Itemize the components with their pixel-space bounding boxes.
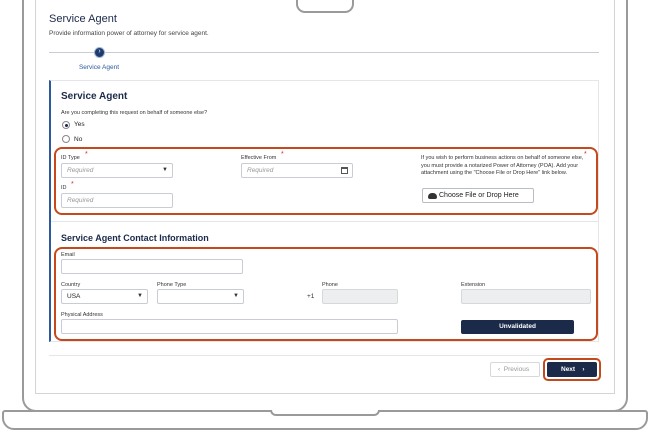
radio-no-label: No xyxy=(74,136,83,143)
footer-divider xyxy=(49,355,599,356)
chevron-left-icon: ‹ xyxy=(498,366,501,373)
radio-yes-label: Yes xyxy=(74,121,85,128)
screen: Service Agent Provide information power … xyxy=(35,0,615,394)
page-subtitle: Provide information power of attorney fo… xyxy=(49,30,209,37)
radio-no[interactable] xyxy=(62,135,70,143)
highlight-contact-section xyxy=(54,247,598,341)
radio-yes[interactable] xyxy=(62,121,70,129)
highlight-next-button xyxy=(543,358,601,381)
chevron-right-icon[interactable]: › xyxy=(94,47,105,58)
section-title-service-agent: Service Agent xyxy=(61,91,128,102)
page-title: Service Agent xyxy=(49,13,117,25)
laptop-notch xyxy=(296,0,354,13)
behalf-question: Are you completing this request on behal… xyxy=(61,110,208,116)
stepper-track xyxy=(49,52,599,53)
form-card: Service Agent Are you completing this re… xyxy=(49,80,599,342)
section-divider xyxy=(51,221,599,222)
step-label[interactable]: Service Agent xyxy=(74,64,124,71)
previous-label: Previous xyxy=(503,366,530,373)
section-title-contact: Service Agent Contact Information xyxy=(61,233,209,243)
previous-button[interactable]: ‹ Previous xyxy=(490,362,540,377)
laptop-base-groove xyxy=(270,410,380,416)
highlight-id-section xyxy=(54,147,598,215)
